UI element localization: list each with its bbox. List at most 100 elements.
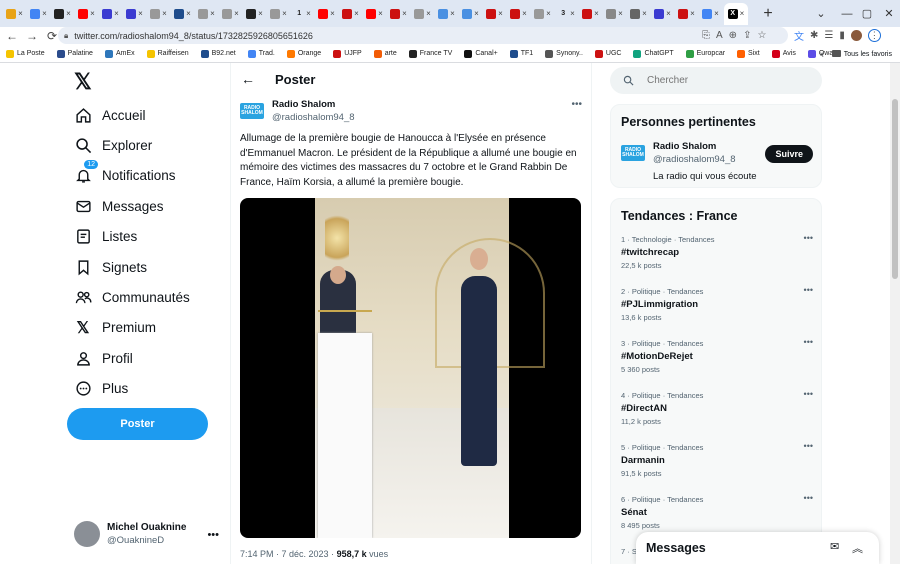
- close-tab-icon[interactable]: ×: [498, 9, 503, 18]
- bookmark-item[interactable]: La Poste: [6, 49, 45, 58]
- bookmark-item[interactable]: B92.net: [200, 49, 236, 58]
- star-icon[interactable]: ☆: [757, 30, 766, 41]
- zoom-icon[interactable]: ⊕: [729, 30, 737, 41]
- bookmark-item[interactable]: Europcar: [685, 49, 725, 58]
- close-tab-icon[interactable]: ×: [474, 9, 479, 18]
- follow-button[interactable]: Suivre: [765, 145, 813, 163]
- bookmark-item[interactable]: Raiffeisen: [146, 49, 189, 58]
- close-tab-icon[interactable]: ×: [66, 9, 71, 18]
- close-tab-icon[interactable]: ×: [138, 9, 143, 18]
- browser-tab[interactable]: ×: [628, 4, 649, 24]
- close-tab-icon[interactable]: ×: [90, 9, 95, 18]
- close-tab-icon[interactable]: ×: [258, 9, 263, 18]
- trend-item[interactable]: 2 · Politique · Tendances #PJLimmigration…: [621, 285, 813, 322]
- new-message-icon[interactable]: ✉: [830, 540, 839, 553]
- browser-tab[interactable]: ×: [460, 4, 481, 24]
- close-tab-icon[interactable]: ×: [740, 9, 745, 18]
- browser-tab[interactable]: ×: [244, 4, 265, 24]
- trend-item[interactable]: 1 · Technologie · Tendances #twitchrecap 2…: [621, 233, 813, 270]
- close-tab-icon[interactable]: ×: [594, 9, 599, 18]
- trend-more-icon[interactable]: •••: [804, 233, 813, 243]
- close-tab-icon[interactable]: ×: [546, 9, 551, 18]
- new-tab-button[interactable]: +: [759, 5, 777, 23]
- nav-item-messages[interactable]: Messages: [74, 194, 164, 218]
- close-tab-icon[interactable]: ×: [330, 9, 335, 18]
- messages-drawer[interactable]: Messages ✉ ︽: [636, 532, 879, 564]
- bookmark-item[interactable]: arte: [373, 49, 397, 58]
- close-tab-icon[interactable]: ×: [402, 9, 407, 18]
- back-arrow-icon[interactable]: ←: [4, 29, 20, 43]
- browser-tab[interactable]: ×: [196, 4, 217, 24]
- nav-item-communautes[interactable]: Communautés: [74, 285, 190, 309]
- share-icon[interactable]: ⇪: [743, 30, 751, 41]
- trend-more-icon[interactable]: •••: [804, 441, 813, 451]
- close-tab-icon[interactable]: ×: [570, 9, 575, 18]
- browser-tab[interactable]: ×: [4, 4, 25, 24]
- nav-item-notifications[interactable]: 12 Notifications: [74, 159, 176, 188]
- bookmark-item[interactable]: UGC: [594, 49, 621, 58]
- bookmark-item[interactable]: Synony..: [545, 49, 583, 58]
- nav-item-listes[interactable]: Listes: [74, 225, 137, 249]
- browser-tab[interactable]: ×: [484, 4, 505, 24]
- nav-item-plus[interactable]: Plus: [74, 377, 128, 401]
- close-tab-icon[interactable]: ×: [618, 9, 623, 18]
- close-tab-icon[interactable]: ×: [162, 9, 167, 18]
- close-tab-icon[interactable]: ×: [690, 9, 695, 18]
- browser-tab[interactable]: ×: [268, 4, 289, 24]
- browser-tab[interactable]: ×: [676, 4, 697, 24]
- trend-item[interactable]: 3 · Politique · Tendances #MotionDeRejet 5…: [621, 337, 813, 374]
- close-tab-icon[interactable]: ×: [234, 9, 239, 18]
- close-tab-icon[interactable]: ×: [642, 9, 647, 18]
- forward-arrow-icon[interactable]: →: [24, 29, 40, 43]
- person-name[interactable]: Radio Shalom: [653, 141, 757, 152]
- trend-item[interactable]: 4 · Politique · Tendances #DirectAN 11,2 k…: [621, 389, 813, 426]
- tweet-time[interactable]: 7:14 PM · 7 déc. 2023 ·: [240, 549, 337, 559]
- bookmark-item[interactable]: UJFP: [333, 49, 362, 58]
- close-tab-icon[interactable]: ×: [186, 9, 191, 18]
- browser-tab[interactable]: ×: [388, 4, 409, 24]
- browser-tab[interactable]: ×: [28, 4, 49, 24]
- translate-icon[interactable]: A: [716, 30, 723, 41]
- browser-tab[interactable]: ×: [220, 4, 241, 24]
- bookmark-item[interactable]: Palatine: [56, 49, 93, 58]
- x-logo-icon[interactable]: 𝕏: [74, 69, 92, 95]
- post-button[interactable]: Poster: [67, 408, 208, 440]
- browser-tab[interactable]: ×: [364, 4, 385, 24]
- search-input[interactable]: [647, 75, 797, 86]
- close-window-button[interactable]: ✕: [874, 0, 900, 27]
- close-tab-icon[interactable]: ×: [450, 9, 455, 18]
- browser-tab[interactable]: 3 ×: [556, 4, 577, 24]
- bookmark-item[interactable]: AmEx: [104, 49, 135, 58]
- nav-item-premium[interactable]: 𝕏 Premium: [74, 316, 156, 340]
- close-tab-icon[interactable]: ×: [426, 9, 431, 18]
- more-bookmarks-button[interactable]: »: [820, 51, 824, 58]
- bookmark-item[interactable]: ChatGPT: [633, 49, 674, 58]
- translate-extension-icon[interactable]: 文: [794, 28, 804, 43]
- browser-tab[interactable]: ×: [508, 4, 529, 24]
- browser-tab[interactable]: ×: [436, 4, 457, 24]
- sidebar-icon[interactable]: ▮: [839, 30, 845, 41]
- expand-chevron-icon[interactable]: ︽: [852, 540, 863, 556]
- close-tab-icon[interactable]: ×: [714, 9, 719, 18]
- bookmark-item[interactable]: Sixt: [737, 49, 760, 58]
- bookmark-item[interactable]: Trad.: [247, 49, 275, 58]
- url-text[interactable]: twitter.com/radioshalom94_8/status/17328…: [74, 31, 313, 41]
- close-tab-icon[interactable]: ×: [666, 9, 671, 18]
- radio-shalom-logo[interactable]: RADIO SHALOM: [240, 103, 264, 119]
- browser-tab[interactable]: ×: [148, 4, 169, 24]
- reading-list-icon[interactable]: ☰: [824, 30, 833, 41]
- page-scrollbar[interactable]: [890, 63, 900, 564]
- close-tab-icon[interactable]: ×: [210, 9, 215, 18]
- browser-tab[interactable]: ×: [76, 4, 97, 24]
- browser-tab[interactable]: ×: [340, 4, 361, 24]
- browser-tab[interactable]: ×: [604, 4, 625, 24]
- browser-tab[interactable]: ×: [580, 4, 601, 24]
- lock-icon[interactable]: 🔒︎: [64, 31, 68, 41]
- author-name[interactable]: Radio Shalom: [272, 99, 355, 110]
- menu-kebab-icon[interactable]: ⋮: [867, 29, 881, 42]
- nav-item-accueil[interactable]: Accueil: [74, 103, 146, 127]
- tweet-more-icon[interactable]: •••: [571, 99, 582, 110]
- nav-item-profil[interactable]: Profil: [74, 346, 133, 370]
- browser-tab[interactable]: ×: [532, 4, 553, 24]
- address-bar[interactable]: 🔒︎ twitter.com/radioshalom94_8/status/17…: [58, 27, 788, 44]
